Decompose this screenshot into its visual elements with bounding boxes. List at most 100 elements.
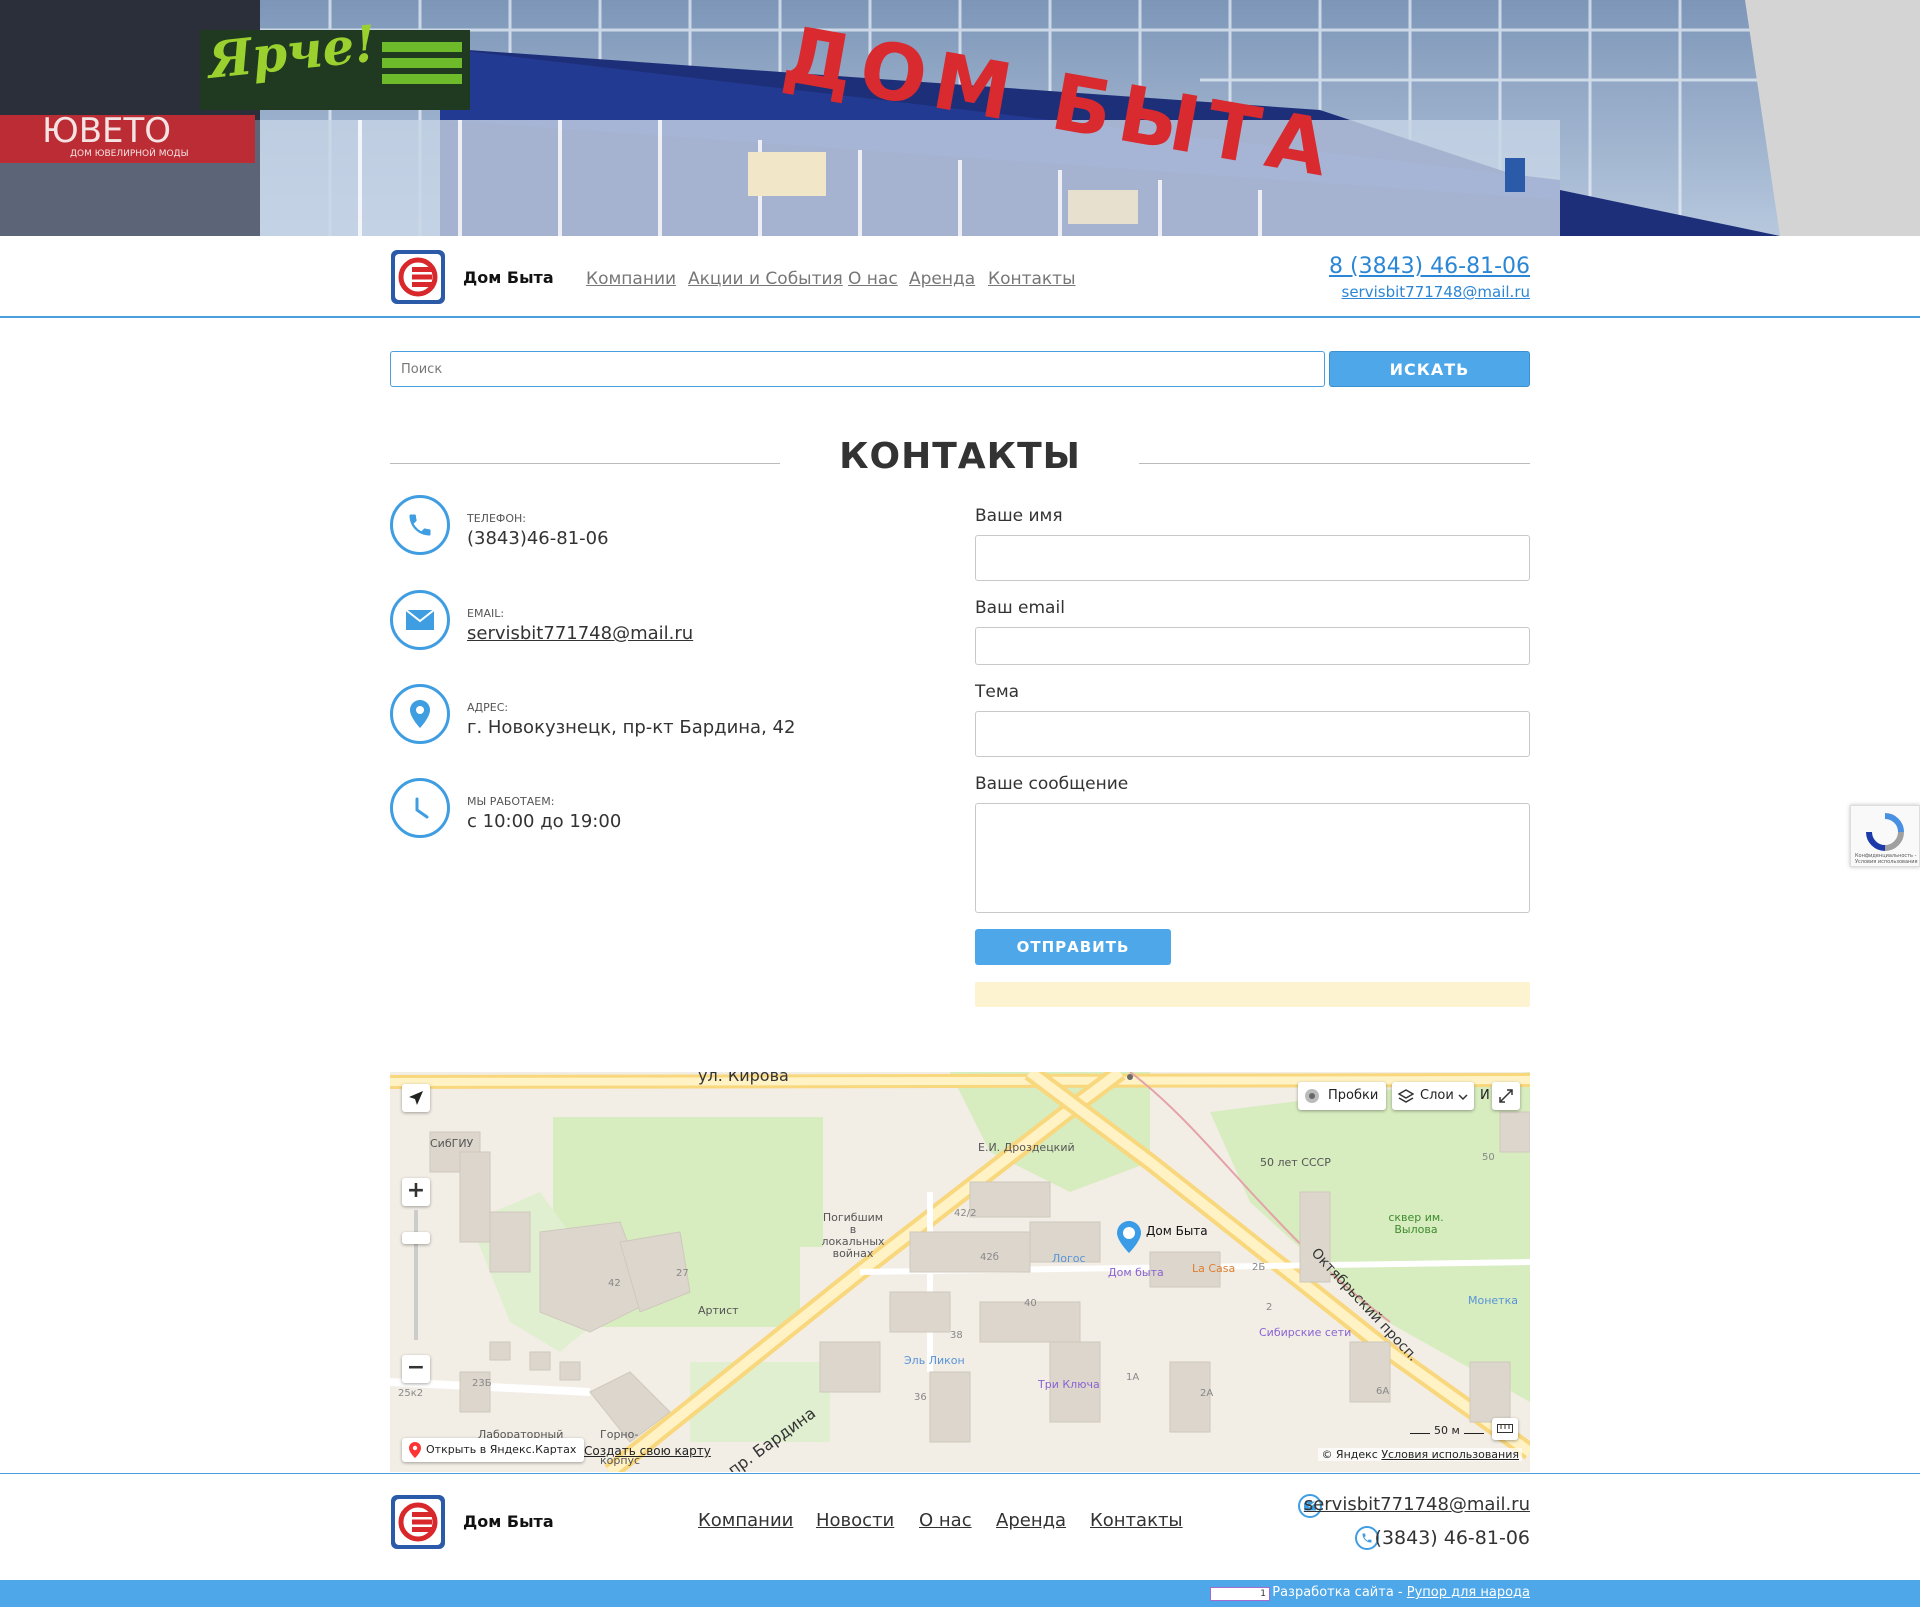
yandex-map[interactable]: ул. Кирова пр. Бардина Октябрьский просп… — [390, 1072, 1530, 1472]
map-zoom-slider[interactable] — [402, 1232, 430, 1244]
map-label-logos: Логос — [1052, 1252, 1086, 1265]
house-number: 50 — [1482, 1152, 1495, 1163]
email-value-link[interactable]: servisbit771748@mail.ru — [467, 623, 693, 644]
map-canvas — [390, 1072, 1530, 1472]
subject-label: Тема — [975, 682, 1020, 702]
phone-label: ТЕЛЕФОН: — [467, 512, 526, 525]
map-pin-icon[interactable] — [1116, 1220, 1142, 1254]
email-label: EMAIL: — [467, 607, 505, 620]
footer-nav-contacts[interactable]: Контакты — [1090, 1510, 1183, 1531]
location-pin-icon — [390, 684, 450, 744]
developer-link[interactable]: Рупор для народа — [1407, 1585, 1530, 1600]
expand-icon — [1499, 1089, 1513, 1103]
nav-item-rent[interactable]: Аренда — [909, 269, 975, 289]
map-label-la-casa: La Casa — [1192, 1262, 1236, 1275]
map-label-sibgiu: СибГИУ — [430, 1137, 474, 1150]
map-label-dom-byta-pin: Дом Быта — [1146, 1224, 1208, 1238]
recaptcha-icon — [1866, 813, 1904, 851]
nav-item-about[interactable]: О нас — [848, 269, 898, 289]
email-field[interactable] — [975, 627, 1530, 665]
map-traffic-button[interactable]: Пробки — [1298, 1082, 1386, 1110]
hero-photo: ДОМ БЫТА Ярче! ЮВЕТО ДОМ ЮВЕЛИРНОЙ МОДЫ — [0, 0, 1920, 236]
footer-nav-about[interactable]: О нас — [919, 1510, 972, 1531]
header-phone-link[interactable]: 8 (3843) 46-81-06 — [1329, 254, 1530, 279]
traffic-icon — [1305, 1089, 1319, 1103]
map-terms-link[interactable]: Условия использования — [1381, 1448, 1519, 1461]
nav-item-contacts[interactable]: Контакты — [988, 269, 1076, 289]
map-label-memorial: Погибшим в локальных войнах — [821, 1211, 885, 1260]
message-label: Ваше сообщение — [975, 774, 1129, 794]
hours-value: с 10:00 до 19:00 — [467, 811, 622, 832]
map-label-drozdetsky: Е.И. Дроздецкий — [978, 1141, 1075, 1154]
create-map-link[interactable]: Создать свою карту — [584, 1444, 711, 1458]
house-number: 6А — [1376, 1386, 1390, 1397]
map-ruler-button[interactable] — [1492, 1418, 1518, 1440]
map-label-el-likon: Эль Ликон — [904, 1354, 965, 1367]
house-number: 2А — [1200, 1388, 1214, 1399]
footer-nav-rent[interactable]: Аренда — [996, 1510, 1066, 1531]
map-label-gorno: Горно- — [600, 1428, 639, 1441]
footer-nav-companies[interactable]: Компании — [698, 1510, 793, 1531]
map-locate-button[interactable] — [402, 1084, 430, 1112]
subject-field[interactable] — [975, 711, 1530, 757]
site-logo[interactable] — [390, 249, 446, 305]
map-street-kirova: ул. Кирова — [698, 1072, 789, 1085]
search-button[interactable]: ИСКАТЬ — [1329, 351, 1530, 387]
map-zoom-track — [414, 1210, 418, 1340]
submit-button[interactable]: ОТПРАВИТЬ — [975, 929, 1171, 965]
house-number: 1А — [1126, 1372, 1140, 1383]
map-fullscreen-button[interactable] — [1492, 1082, 1520, 1110]
hero-sign-jeweler-sub: ДОМ ЮВЕЛИРНОЙ МОДЫ — [70, 147, 189, 159]
clock-icon — [390, 778, 450, 838]
house-number: 23Б — [472, 1378, 492, 1389]
house-number: 42б — [980, 1252, 999, 1263]
hero-banner: ДОМ БЫТА Ярче! ЮВЕТО ДОМ ЮВЕЛИРНОЙ МОДЫ — [0, 0, 1920, 236]
map-zoom-in-button[interactable]: + — [402, 1178, 430, 1206]
map-extra-button-label[interactable]: И — [1480, 1088, 1490, 1103]
phone-icon — [390, 495, 450, 555]
chevron-down-icon — [1458, 1094, 1468, 1101]
map-label-tri-klyucha: Три Ключа — [1038, 1378, 1100, 1391]
footer-email-link[interactable]: servisbit771748@mail.ru — [1304, 1494, 1530, 1515]
map-scale: 50 м — [1410, 1424, 1484, 1437]
recaptcha-badge[interactable]: Конфиденциальность - Условия использован… — [1850, 805, 1920, 867]
hours-label: МЫ РАБОТАЕМ: — [467, 795, 555, 808]
header-email-link[interactable]: servisbit771748@mail.ru — [1342, 283, 1530, 301]
site-header: Дом Быта Компании Акции и События О нас … — [0, 236, 1920, 318]
footer-nav-news[interactable]: Новости — [816, 1510, 894, 1531]
address-value: г. Новокузнецк, пр-кт Бардина, 42 — [467, 717, 796, 738]
developer-credit: Разработка сайта - Рупор для народа — [1272, 1585, 1530, 1600]
map-label-sib-seti: Сибирские сети — [1259, 1326, 1352, 1339]
house-number: 2Б — [1252, 1262, 1266, 1273]
logo-icon — [391, 250, 445, 304]
nav-item-events[interactable]: Акции и События — [688, 269, 843, 289]
title-divider-right — [1139, 463, 1530, 464]
footer-logo[interactable] — [390, 1494, 446, 1550]
brand-name: Дом Быта — [463, 268, 554, 287]
address-label: АДРЕС: — [467, 701, 509, 714]
name-field[interactable] — [975, 535, 1530, 581]
visit-counter[interactable]: 1 — [1210, 1587, 1270, 1601]
footer-brand-name: Дом Быта — [463, 1512, 554, 1531]
map-label-dom-byta: Дом быта — [1108, 1266, 1164, 1279]
house-number: 42/2 — [954, 1208, 977, 1219]
footer-phone: (3843) 46-81-06 — [1374, 1527, 1530, 1549]
title-divider-left — [390, 463, 780, 464]
form-status-bar — [975, 982, 1530, 1007]
map-label-artist: Артист — [698, 1304, 739, 1317]
recaptcha-terms: Конфиденциальность - Условия использован… — [1855, 853, 1918, 865]
nav-item-companies[interactable]: Компании — [586, 269, 676, 289]
map-label-skver: сквер им. Вылова — [1388, 1211, 1444, 1236]
mail-icon — [390, 590, 450, 650]
map-zoom-out-button[interactable]: − — [402, 1355, 430, 1383]
search-input[interactable] — [390, 351, 1325, 387]
map-layers-button[interactable]: Слои — [1392, 1082, 1474, 1110]
map-label-fifty-years: 50 лет СССР — [1260, 1156, 1331, 1169]
email-field-label: Ваш email — [975, 598, 1065, 618]
message-field[interactable] — [975, 803, 1530, 913]
red-pin-icon — [409, 1442, 421, 1458]
bottom-bar: 1 Разработка сайта - Рупор для народа — [0, 1580, 1920, 1607]
name-label: Ваше имя — [975, 506, 1063, 526]
open-in-yandex-maps-link[interactable]: Открыть в Яндекс.Картах — [402, 1438, 585, 1462]
house-number: 25к2 — [398, 1388, 424, 1399]
